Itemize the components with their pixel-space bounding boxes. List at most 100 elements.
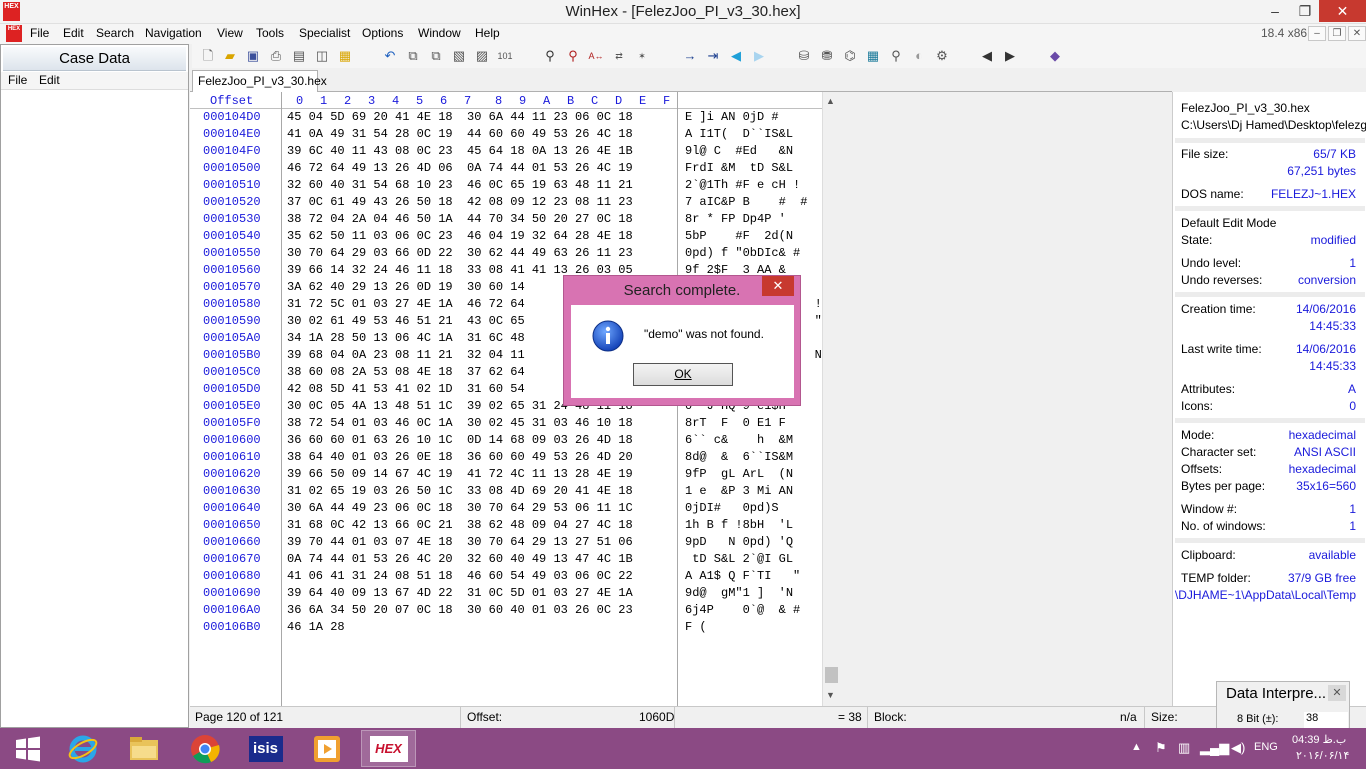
- case-menu-file[interactable]: File: [8, 73, 27, 87]
- row-hex-bytes[interactable]: 45 04 5D 69 20 41 4E 18 30 6A 44 11 23 0…: [287, 110, 633, 124]
- row-text[interactable]: 0pd) f "0bDIc& #: [685, 246, 800, 260]
- hex-row[interactable]: 00010540 35 62 50 11 03 06 0C 23 46 04 19…: [190, 229, 822, 246]
- row-text[interactable]: 6j4P 0`@ & #: [685, 603, 800, 617]
- open-disk-icon[interactable]: ◫: [314, 48, 330, 64]
- hex-row[interactable]: 00010650 31 68 0C 42 13 66 0C 21 38 62 48…: [190, 518, 822, 535]
- menu-search[interactable]: Search: [96, 26, 134, 40]
- goto-sector-icon[interactable]: ⇥: [705, 48, 721, 64]
- row-text[interactable]: 9pD N 0pd) 'Q: [685, 535, 793, 549]
- start-button[interactable]: [0, 730, 55, 767]
- properties-icon[interactable]: ▤: [291, 48, 307, 64]
- menu-navigation[interactable]: Navigation: [145, 26, 202, 40]
- data-interpreter-panel[interactable]: Data Interpre... ✕ 8 Bit (±): 38: [1216, 681, 1350, 729]
- row-hex-bytes[interactable]: 39 64 40 09 13 67 4D 22 31 0C 5D 01 03 2…: [287, 586, 633, 600]
- interpreter-8bit-value[interactable]: 38: [1304, 712, 1348, 728]
- previous-icon[interactable]: ◀: [979, 48, 995, 64]
- clock-time[interactable]: 04:39 ب.ظ: [1292, 733, 1346, 746]
- volume-icon[interactable]: ◀): [1231, 740, 1245, 756]
- hex-row[interactable]: 00010690 39 64 40 09 13 67 4D 22 31 0C 5D…: [190, 586, 822, 603]
- replace-text-icon[interactable]: A↔: [588, 48, 604, 64]
- goto-offset-icon[interactable]: →: [682, 48, 698, 64]
- row-hex-bytes[interactable]: 38 72 04 2A 04 46 50 1A 44 70 34 50 20 2…: [287, 212, 633, 226]
- mdi-restore-button[interactable]: ❐: [1328, 26, 1346, 41]
- disk-tools-icon[interactable]: ⛁: [796, 48, 812, 64]
- search-icon[interactable]: ⚲: [888, 48, 904, 64]
- mdi-close-button[interactable]: ✕: [1348, 26, 1366, 41]
- scroll-thumb[interactable]: [825, 667, 838, 683]
- row-text[interactable]: F (: [685, 620, 707, 634]
- case-menu-edit[interactable]: Edit: [39, 73, 60, 87]
- gear-icon[interactable]: ⚙: [934, 48, 950, 64]
- menu-specialist[interactable]: Specialist: [299, 26, 350, 40]
- copy-icon[interactable]: ⧉: [405, 48, 421, 64]
- hex-row[interactable]: 00010630 31 02 65 19 03 26 50 1C 33 08 4D…: [190, 484, 822, 501]
- row-hex-bytes[interactable]: 46 1A 28: [287, 620, 345, 634]
- row-hex-bytes[interactable]: 31 68 0C 42 13 66 0C 21 38 62 48 09 04 2…: [287, 518, 633, 532]
- row-text[interactable]: 7 aIC&P B # #: [685, 195, 807, 209]
- document-icon[interactable]: HEX: [6, 25, 22, 42]
- row-text[interactable]: A A1$ Q F`TI ": [685, 569, 800, 583]
- tool-icon[interactable]: ◐: [911, 48, 927, 64]
- row-hex-bytes[interactable]: 35 62 50 11 03 06 0C 23 46 04 19 32 64 2…: [287, 229, 633, 243]
- hex-row[interactable]: 00010670 0A 74 44 01 53 26 4C 20 32 60 40…: [190, 552, 822, 569]
- help-book-icon[interactable]: ◆: [1047, 48, 1063, 64]
- hex-row[interactable]: 00010610 38 64 40 01 03 26 0E 18 36 60 60…: [190, 450, 822, 467]
- hex-row[interactable]: 000106A0 36 6A 34 50 20 07 0C 18 30 60 40…: [190, 603, 822, 620]
- hex-row[interactable]: 000104D0 45 04 5D 69 20 41 4E 18 30 6A 44…: [190, 110, 822, 127]
- row-hex-bytes[interactable]: 31 72 5C 01 03 27 4E 1A 46 72 64: [287, 297, 525, 311]
- row-text[interactable]: 0jDI# 0pd)S: [685, 501, 779, 515]
- row-text[interactable]: 8r * FP Dp4P ': [685, 212, 786, 226]
- row-hex-bytes[interactable]: 42 08 5D 41 53 41 02 1D 31 60 54: [287, 382, 525, 396]
- menu-help[interactable]: Help: [475, 26, 500, 40]
- row-hex-bytes[interactable]: 41 06 41 31 24 08 51 18 46 60 54 49 03 0…: [287, 569, 633, 583]
- chrome-button[interactable]: [177, 730, 232, 767]
- row-text[interactable]: 1h B f !8bH 'L: [685, 518, 793, 532]
- menu-file[interactable]: File: [30, 26, 49, 40]
- close-button[interactable]: ✕: [1319, 0, 1366, 22]
- network-icon[interactable]: ▥: [1178, 740, 1190, 756]
- isis-button[interactable]: isis: [238, 730, 293, 767]
- row-text[interactable]: 2`@1Th #F e cH !: [685, 178, 800, 192]
- winhex-taskbar-button[interactable]: HEX: [361, 730, 416, 767]
- row-hex-bytes[interactable]: 3A 62 40 29 13 26 0D 19 30 60 14: [287, 280, 525, 294]
- replace-hex-icon[interactable]: ⇄: [611, 48, 627, 64]
- row-hex-bytes[interactable]: 31 02 65 19 03 26 50 1C 33 08 4D 69 20 4…: [287, 484, 633, 498]
- copy-block-icon[interactable]: ⧉: [428, 48, 444, 64]
- row-text[interactable]: 8rT F 0 E1 F: [685, 416, 786, 430]
- scroll-down-icon[interactable]: ▼: [826, 690, 835, 700]
- row-text[interactable]: 9fP gL ArL (N: [685, 467, 793, 481]
- tab-file[interactable]: FelezJoo_PI_v3_30.hex: [192, 70, 327, 92]
- hex-row[interactable]: 00010500 46 72 64 49 13 26 4D 06 0A 74 44…: [190, 161, 822, 178]
- row-hex-bytes[interactable]: 36 60 60 01 63 26 10 1C 0D 14 68 09 03 2…: [287, 433, 633, 447]
- language-indicator[interactable]: ENG: [1254, 741, 1278, 753]
- minimize-button[interactable]: –: [1260, 0, 1290, 22]
- show-hidden-icons-icon[interactable]: ▲: [1131, 741, 1142, 753]
- back-arrow-icon[interactable]: ◀: [728, 48, 744, 64]
- undo-icon[interactable]: ↶: [382, 48, 398, 64]
- hex-row[interactable]: 00010600 36 60 60 01 63 26 10 1C 0D 14 68…: [190, 433, 822, 450]
- row-text[interactable]: 1 e &P 3 Mi AN: [685, 484, 793, 498]
- interpreter-close-button[interactable]: ✕: [1328, 685, 1346, 701]
- row-hex-bytes[interactable]: 38 72 54 01 03 46 0C 1A 30 02 45 31 03 4…: [287, 416, 633, 430]
- restore-button[interactable]: ❐: [1290, 0, 1320, 22]
- hex-row[interactable]: 00010640 30 6A 44 49 23 06 0C 18 30 70 64…: [190, 501, 822, 518]
- row-hex-bytes[interactable]: 36 6A 34 50 20 07 0C 18 30 60 40 01 03 2…: [287, 603, 633, 617]
- find-integer-icon[interactable]: ✶: [634, 48, 650, 64]
- fill-block-icon[interactable]: 101: [497, 48, 513, 64]
- row-hex-bytes[interactable]: 38 64 40 01 03 26 0E 18 36 60 60 49 53 2…: [287, 450, 633, 464]
- row-text[interactable]: 6`` c& h &M: [685, 433, 793, 447]
- row-text[interactable]: 9d@ gM"1 ] 'N: [685, 586, 793, 600]
- next-icon[interactable]: ▶: [1002, 48, 1018, 64]
- disk-editor-icon[interactable]: ⌬: [842, 48, 858, 64]
- row-text[interactable]: 8d@ & 6``IS&M: [685, 450, 793, 464]
- hex-row[interactable]: 00010520 37 0C 61 49 43 26 50 18 42 08 09…: [190, 195, 822, 212]
- signal-icon[interactable]: ▂▄▆: [1200, 740, 1229, 756]
- hex-row[interactable]: 00010660 39 70 44 01 03 07 4E 18 30 70 64…: [190, 535, 822, 552]
- menu-view[interactable]: View: [217, 26, 243, 40]
- mdi-minimize-button[interactable]: –: [1308, 26, 1326, 41]
- row-hex-bytes[interactable]: 30 70 64 29 03 66 0D 22 30 62 44 49 63 2…: [287, 246, 633, 260]
- row-hex-bytes[interactable]: 41 0A 49 31 54 28 0C 19 44 60 60 49 53 2…: [287, 127, 633, 141]
- paste-icon[interactable]: ▧: [451, 48, 467, 64]
- menu-window[interactable]: Window: [418, 26, 461, 40]
- row-hex-bytes[interactable]: 37 0C 61 49 43 26 50 18 42 08 09 12 23 0…: [287, 195, 633, 209]
